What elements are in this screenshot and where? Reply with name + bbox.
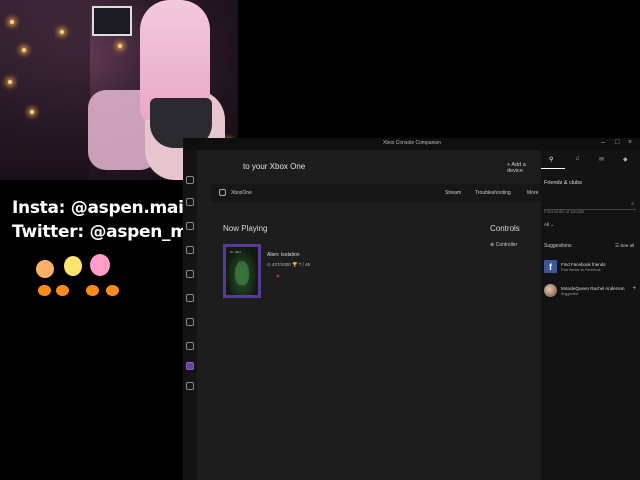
suggestions-heading: Suggestions [544, 243, 572, 249]
troubleshoot-button[interactable]: Troubleshooting [475, 190, 511, 196]
insta-handle: Insta: @aspen.mai [12, 198, 184, 218]
friends-pane: ⚲ ♫ ✉ ◆ Friends & clubs ⌕ All ⌄ Suggesti… [541, 150, 640, 480]
tab-messages-icon[interactable]: ✉ [599, 156, 604, 163]
sticker-pig [90, 254, 110, 276]
fairy-light [10, 20, 14, 24]
more-button[interactable]: More [527, 190, 538, 196]
suggestion-sub: Suggested [561, 292, 578, 296]
xbox-companion-window: Xbox Console Companion – □ × to your Xbo… [183, 138, 640, 480]
maximize-button[interactable]: □ [615, 139, 619, 146]
tab-indicator [541, 168, 565, 169]
lfg-icon[interactable] [186, 270, 194, 278]
boxart-logo: ALIEN [230, 250, 242, 254]
controls-heading: Controls [490, 224, 520, 233]
fairy-light [118, 44, 122, 48]
suggestion-item[interactable]: MiracleQueen Rachel Anderson Suggested + [544, 284, 638, 304]
sticker-witch [36, 260, 54, 278]
suggestion-name: Find Facebook friends [561, 262, 606, 267]
stream-button[interactable]: Stream [445, 190, 461, 196]
suggestion-sub: Find friends on Facebook [561, 268, 601, 272]
captures-icon[interactable] [186, 294, 194, 302]
nav-rail [183, 150, 197, 480]
fairy-light [22, 48, 26, 52]
connection-icon[interactable] [186, 362, 194, 370]
add-device-button[interactable]: + Add a device [507, 162, 541, 174]
alien-figure [235, 261, 249, 285]
fairy-light [30, 110, 34, 114]
tab-notifications-icon[interactable]: ◆ [623, 156, 628, 163]
add-friend-icon[interactable]: + [632, 286, 636, 292]
facebook-icon: f [544, 260, 557, 273]
suggestion-item[interactable]: f Find Facebook friends Find friends on … [544, 260, 638, 280]
home-icon[interactable] [186, 176, 194, 184]
pumpkin-icon [86, 285, 99, 296]
page-title: to your Xbox One [243, 162, 306, 171]
close-button[interactable]: × [628, 139, 632, 146]
suggestion-name: MiracleQueen Rachel Anderson [561, 286, 625, 291]
sticker-chick [64, 256, 82, 276]
achievement-count: 🏆 7 / 45 [292, 262, 311, 267]
window-titlebar: Xbox Console Companion – □ × [183, 138, 640, 150]
friend-search[interactable]: ⌕ [544, 200, 636, 214]
halloween-stickers [34, 252, 124, 296]
clubs-icon[interactable] [186, 246, 194, 254]
main-panel: to your Xbox One + Add a device XboxOne … [197, 150, 541, 480]
minimize-button[interactable]: – [601, 139, 605, 146]
store-icon[interactable] [186, 318, 194, 326]
friends-heading: Friends & clubs [544, 180, 582, 186]
pumpkin-icon [106, 285, 119, 296]
twitter-handle: Twitter: @aspen_mai [12, 222, 205, 242]
fairy-light [8, 80, 12, 84]
social-overlay: Insta: @aspen.mai Twitter: @aspen_mai [12, 196, 205, 244]
tab-party-icon[interactable]: ♫ [575, 156, 580, 162]
game-stats: ⊙ 427/1000 🏆 7 / 45 [267, 262, 310, 268]
see-all-button[interactable]: ☰ See all [615, 243, 634, 249]
avatar [544, 284, 557, 297]
controller-button[interactable]: ⊕ Controller [490, 242, 517, 248]
now-playing-card[interactable]: ALIEN Alien: Isolation ⊙ 427/1000 🏆 7 / … [223, 244, 313, 298]
webcam-shelf [0, 0, 90, 180]
achievements-icon[interactable] [186, 222, 194, 230]
gamerscore: ⊙ 427/1000 [267, 262, 291, 267]
game-boxart: ALIEN [223, 244, 261, 298]
friend-search-input[interactable] [544, 209, 624, 214]
stream-layout: Insta: @aspen.mai Twitter: @aspen_mai Xb… [0, 0, 640, 480]
device-toolbar: XboxOne Stream Troubleshooting More [211, 184, 541, 202]
heart-icon[interactable]: ♥ [276, 274, 280, 280]
fairy-light [60, 30, 64, 34]
filter-select[interactable]: All ⌄ [544, 222, 554, 228]
boxart-image: ALIEN [226, 247, 258, 295]
my-games-icon[interactable] [186, 198, 194, 206]
device-name: XboxOne [231, 190, 252, 196]
console-icon [219, 189, 226, 196]
search-nav-icon[interactable] [186, 342, 194, 350]
window-title: Xbox Console Companion [383, 140, 442, 146]
pumpkin-icon [56, 285, 69, 296]
search-icon[interactable]: ⌕ [631, 201, 634, 207]
game-name: Alien: Isolation [267, 252, 300, 258]
pumpkin-icon [38, 285, 51, 296]
tab-friends-icon[interactable]: ⚲ [549, 156, 553, 163]
now-playing-heading: Now Playing [223, 224, 268, 233]
webcam-monitor [92, 6, 132, 36]
settings-gear-icon[interactable] [186, 382, 194, 390]
